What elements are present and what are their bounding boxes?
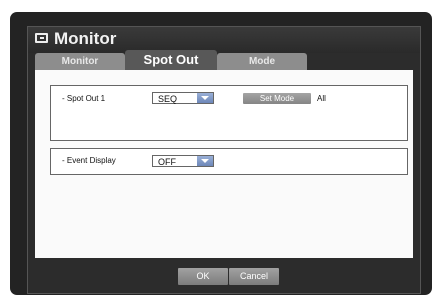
monitor-icon	[35, 33, 48, 43]
monitor-dialog: Monitor Monitor Spot Out Mode - Spot Out…	[27, 26, 421, 294]
ok-button[interactable]: OK	[178, 268, 228, 285]
spot-out-label: - Spot Out 1	[62, 94, 106, 103]
event-display-value: OFF	[158, 157, 176, 167]
tab-bar: Monitor Spot Out Mode	[35, 50, 415, 71]
event-display-group: - Event Display OFF	[50, 148, 408, 175]
spot-out-value: SEQ	[158, 94, 178, 104]
spot-out-dropdown[interactable]: SEQ	[152, 92, 214, 104]
event-display-dropdown[interactable]: OFF	[152, 155, 214, 167]
spot-out-group: - Spot Out 1 SEQ Set Mode All	[50, 85, 408, 141]
set-mode-button[interactable]: Set Mode	[243, 93, 311, 104]
cancel-button[interactable]: Cancel	[229, 268, 279, 285]
chevron-down-icon	[197, 156, 213, 166]
tab-mode[interactable]: Mode	[217, 53, 307, 70]
spot-out-mode-value: All	[317, 94, 326, 103]
page-title: Monitor	[54, 29, 117, 48]
event-display-label: - Event Display	[62, 156, 116, 165]
tab-spot-out[interactable]: Spot Out	[125, 50, 217, 71]
settings-panel: - Spot Out 1 SEQ Set Mode All - Event Di…	[35, 70, 413, 258]
tab-monitor[interactable]: Monitor	[35, 53, 125, 70]
chevron-down-icon	[197, 93, 213, 103]
